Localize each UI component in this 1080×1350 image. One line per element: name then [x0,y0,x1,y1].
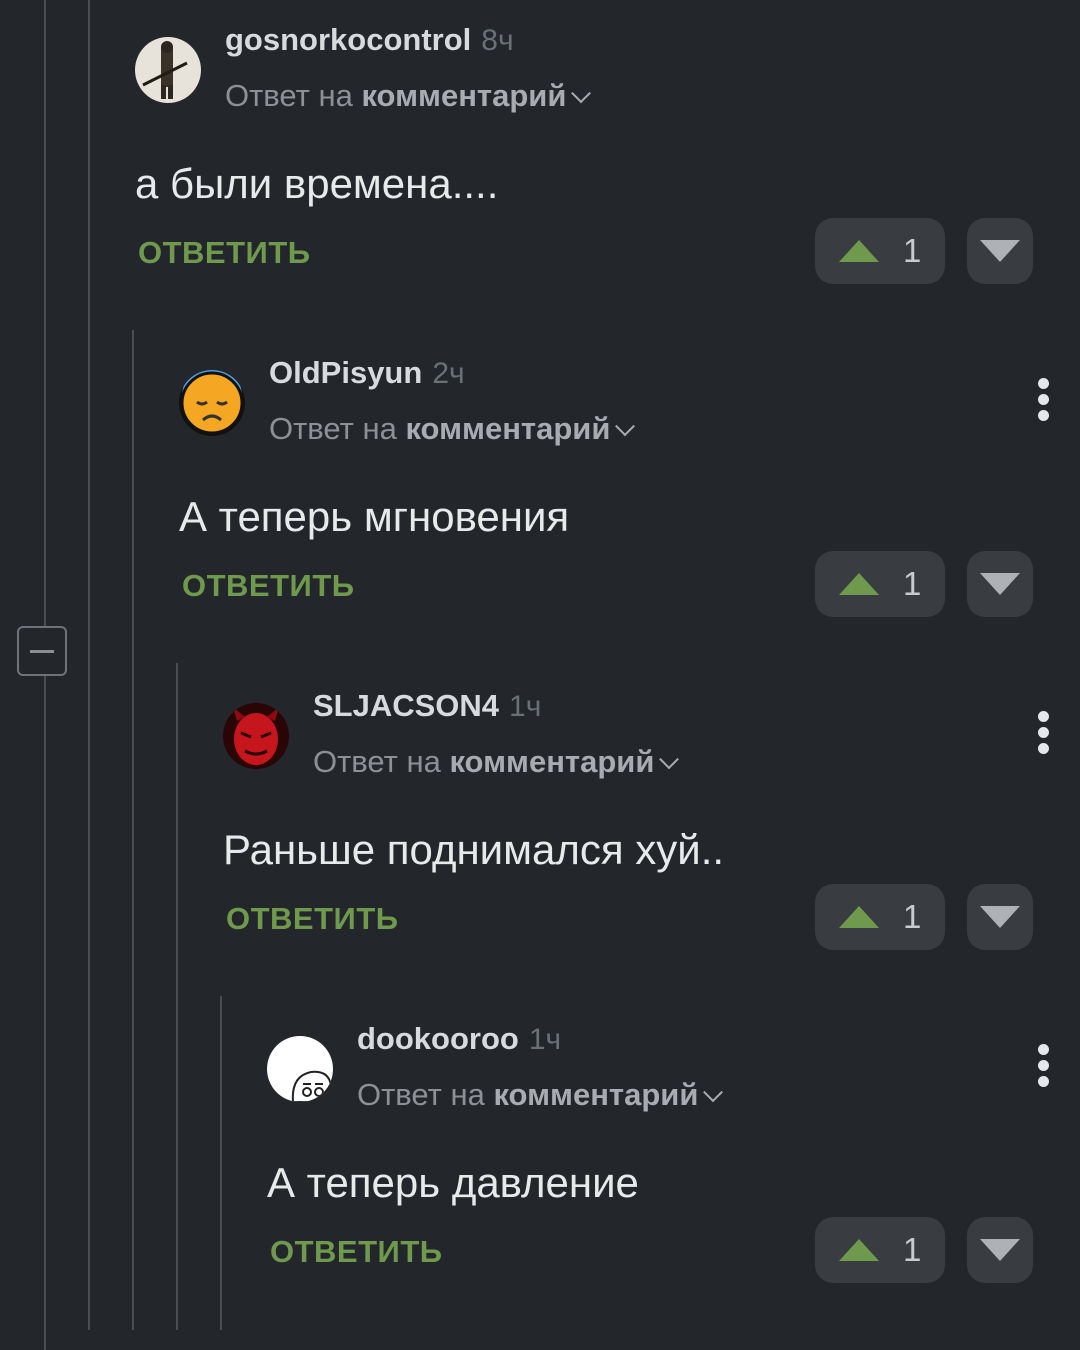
reply-prefix: Ответ на [225,78,353,113]
upvote-button[interactable]: 1 [815,218,945,284]
comment: dookooroo 1ч Ответ на комментарий А тепер… [267,999,1080,1319]
comment-author[interactable]: dookooroo 1ч [357,1021,561,1057]
upvote-button[interactable]: 1 [815,1217,945,1283]
comment-time: 1ч [528,1023,562,1056]
arrow-down-icon [980,1239,1020,1261]
comment-author[interactable]: OldPisyun 2ч [269,355,465,391]
vote-count: 1 [903,565,922,602]
author-name[interactable]: OldPisyun [269,355,422,390]
reply-to-link[interactable]: Ответ на комментарий [225,78,592,114]
reply-target[interactable]: комментарий [361,78,566,113]
chevron-down-icon[interactable] [659,749,680,770]
reply-prefix: Ответ на [357,1077,485,1112]
arrow-up-icon [839,573,879,595]
collapse-thread-button[interactable] [17,626,67,676]
reply-button[interactable]: ОТВЕТИТЬ [226,901,399,937]
soldier-avatar-icon[interactable] [135,37,201,103]
reply-prefix: Ответ на [313,744,441,779]
reply-to-link[interactable]: Ответ на комментарий [357,1077,724,1113]
comment: OldPisyun 2ч Ответ на комментарий А тепер… [179,333,1080,653]
thread-line-3 [132,330,134,1330]
reply-prefix: Ответ на [269,411,397,446]
reply-to-link[interactable]: Ответ на комментарий [313,744,680,780]
comment-text: А теперь мгновения [179,493,570,540]
arrow-up-icon [839,240,879,262]
upvote-button[interactable]: 1 [815,884,945,950]
reply-target[interactable]: комментарий [405,411,610,446]
cartoon-face-avatar-icon[interactable] [267,1036,333,1102]
author-name[interactable]: dookooroo [357,1021,519,1056]
comment: SLJACSON4 1ч Ответ на комментарий Раньше … [223,666,1080,986]
more-options-icon[interactable] [1036,1044,1050,1090]
author-name[interactable]: SLJACSON4 [313,688,499,723]
reply-target[interactable]: комментарий [493,1077,698,1112]
comment-time: 2ч [432,357,465,390]
downvote-button[interactable] [967,1217,1033,1283]
reply-to-link[interactable]: Ответ на комментарий [269,411,636,447]
downvote-button[interactable] [967,884,1033,950]
arrow-up-icon [839,906,879,928]
comment-time: 8ч [481,24,514,57]
vote-count: 1 [903,898,922,935]
downvote-button[interactable] [967,218,1033,284]
comment-author[interactable]: gosnorkocontrol 8ч [225,22,514,58]
thread-line-4 [176,663,178,1330]
more-options-icon[interactable] [1036,711,1050,757]
thread-line-2b [88,330,90,1330]
reply-button[interactable]: ОТВЕТИТЬ [138,235,311,271]
comment-text: Раньше поднимался хуй.. [223,826,725,873]
arrow-down-icon [980,906,1020,928]
reply-button[interactable]: ОТВЕТИТЬ [270,1234,443,1270]
reply-target[interactable]: комментарий [449,744,654,779]
comment-time: 1ч [509,690,542,723]
downvote-button[interactable] [967,551,1033,617]
thread-line-2 [88,0,90,330]
vote-count: 1 [903,1231,922,1268]
reply-button[interactable]: ОТВЕТИТЬ [182,568,355,604]
arrow-up-icon [839,1239,879,1261]
sad-emoji-avatar-icon[interactable] [179,370,245,436]
red-devil-avatar-icon[interactable] [223,703,289,769]
chevron-down-icon[interactable] [615,416,636,437]
more-options-icon[interactable] [1036,378,1050,424]
upvote-button[interactable]: 1 [815,551,945,617]
comment-text: а были времена.... [135,160,499,207]
thread-line-5 [220,996,222,1330]
arrow-down-icon [980,573,1020,595]
comment: gosnorkocontrol 8ч Ответ на комментарий а… [135,0,1080,320]
vote-count: 1 [903,232,922,269]
chevron-down-icon[interactable] [703,1082,724,1103]
chevron-down-icon[interactable] [571,83,592,104]
author-name[interactable]: gosnorkocontrol [225,22,471,57]
arrow-down-icon [980,240,1020,262]
comment-author[interactable]: SLJACSON4 1ч [313,688,541,724]
comment-text: А теперь давление [267,1159,639,1206]
